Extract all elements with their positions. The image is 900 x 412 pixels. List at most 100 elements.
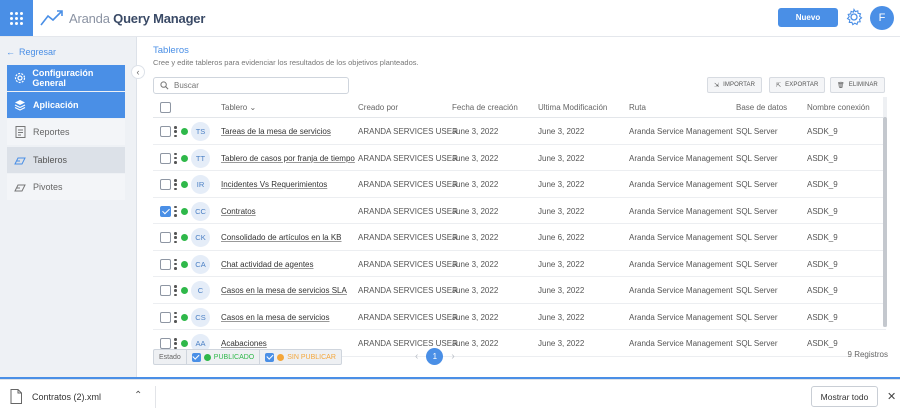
row-checkbox[interactable] [160,152,171,164]
sidebar-item-label: Tableros [33,155,68,165]
row-checkbox[interactable] [160,232,171,243]
cell-dashboard-name[interactable]: Consolidado de artículos en la KB [221,233,342,242]
table-row[interactable]: TT Tablero de casos por franja de tiempo A… [153,145,886,171]
export-button[interactable]: ⇱ EXPORTAR [769,77,826,93]
column-header-dashboard[interactable]: Tablero ⌄ [221,103,256,112]
user-avatar[interactable]: F [870,6,894,30]
row-checkbox[interactable] [160,311,171,323]
close-icon[interactable]: ✕ [887,390,896,403]
cell-route: Aranda Service Management [629,233,733,242]
pagination: ‹ 1 › [415,348,455,365]
status-filter-label: Estado [154,350,187,364]
row-checkbox[interactable] [160,258,171,270]
published-checkbox[interactable] [191,352,201,362]
cell-database: SQL Server [736,259,778,269]
new-button[interactable]: Nuevo [778,8,838,27]
select-all-checkbox[interactable] [160,102,171,113]
initials-badge: TT [191,148,210,168]
initials-badge: CK [191,228,210,247]
unpublished-checkbox[interactable] [265,352,275,362]
column-header-connection[interactable]: Nombre conexión [807,103,870,112]
cell-dashboard-name[interactable]: Casos en la mesa de servicios SLA [221,286,347,295]
import-button[interactable]: ⇲ IMPORTAR [707,77,763,93]
table-row[interactable]: TS Tareas de la mesa de servicios ARANDA S… [153,118,886,145]
more-options-icon[interactable] [174,285,177,296]
more-options-icon[interactable] [174,258,177,270]
cell-connection: ASDK_9 [807,259,838,269]
more-options-icon[interactable] [174,126,177,137]
filter-unpublished[interactable]: SIN PUBLICAR [260,350,341,364]
search-input[interactable] [174,81,334,90]
download-file-name[interactable]: Contratos (2).xml [32,392,101,402]
cell-created-by: ARANDA SERVICES USER [358,153,458,163]
cell-dashboard-name[interactable]: Incidentes Vs Requerimientos [221,180,327,189]
arrow-left-icon: ← [6,47,15,57]
cell-route: Aranda Service Management [629,286,733,295]
more-options-icon[interactable] [174,179,177,190]
sidebar-item-label: Aplicación [33,100,79,110]
cell-dashboard-name[interactable]: Tareas de la mesa de servicios [221,127,331,136]
cell-dashboard-name[interactable]: Casos en la mesa de servicios [221,313,330,322]
search-box[interactable] [153,77,349,94]
cell-created-date: June 3, 2022 [452,206,499,216]
app-logo: Aranda Query Manager [40,9,205,27]
row-checkbox[interactable] [160,126,171,137]
dashboard-icon [13,153,27,167]
chevron-up-icon[interactable]: ⌃ [134,390,142,401]
cell-created-date: June 3, 2022 [452,180,499,189]
cell-created-date: June 3, 2022 [452,259,499,269]
cell-created-by: ARANDA SERVICES USER [358,339,458,348]
back-link[interactable]: ← Regresar [6,47,56,57]
table-row[interactable]: IR Incidentes Vs Requerimientos ARANDA SER… [153,171,886,198]
settings-gear-icon[interactable] [845,8,863,26]
cell-dashboard-name[interactable]: Chat actividad de agentes [221,260,314,269]
table-scrollbar-thumb[interactable] [883,117,887,327]
delete-button[interactable]: 🗑 ELIMINAR [830,77,885,93]
row-checkbox[interactable] [160,179,171,190]
sidebar-item-application[interactable]: Aplicación [7,92,125,118]
column-header-created-by[interactable]: Creado por [358,103,398,112]
published-status-dot [203,353,211,361]
table-row[interactable]: CS Casos en la mesa de servicios ARANDA SE… [153,304,886,330]
import-label: IMPORTAR [723,82,756,88]
more-options-icon[interactable] [174,232,177,243]
more-options-icon[interactable] [174,205,177,217]
sidebar-item-pivots[interactable]: Pivotes [7,174,125,200]
table-row[interactable]: CA Chat actividad de agentes ARANDA SERVIC… [153,251,886,277]
initials-badge: CC [191,201,210,221]
cell-connection: ASDK_9 [807,127,838,136]
column-header-modified[interactable]: Ultima Modificación [538,103,607,112]
column-header-route[interactable]: Ruta [629,103,646,112]
chevron-right-icon[interactable]: › [451,351,454,362]
chevron-left-icon[interactable]: ‹ [415,351,418,362]
row-checkbox[interactable] [160,285,171,296]
download-separator [155,386,156,408]
table-row[interactable]: C Casos en la mesa de servicios SLA ARANDA… [153,277,886,304]
sidebar-item-general-config[interactable]: Configuración General [7,65,125,91]
cell-dashboard-name[interactable]: Acabaciones [221,339,267,348]
cell-connection: ASDK_9 [807,286,838,295]
column-header-database[interactable]: Base de datos [736,103,787,112]
row-checkbox[interactable] [160,205,171,217]
more-options-icon[interactable] [174,152,177,164]
table-row[interactable]: CK Consolidado de artículos en la KB ARAND… [153,224,886,251]
cell-route: Aranda Service Management [629,180,733,189]
row-checkbox[interactable] [160,338,171,349]
status-dot [181,287,188,294]
table-header: Tablero ⌄ Creado por Fecha de creación U… [153,97,886,118]
table-row[interactable]: CC Contratos ARANDA SERVICES USER June 3, 2… [153,198,886,224]
sidebar-item-dashboards[interactable]: Tableros [7,147,125,173]
sidebar-item-label: Configuración General [32,68,94,88]
sidebar-item-reports[interactable]: Reportes [7,119,125,145]
filter-published[interactable]: PUBLICADO [187,350,261,364]
app-launcher-button[interactable] [0,0,33,36]
cell-dashboard-name[interactable]: Contratos [221,207,256,216]
page-button-current[interactable]: 1 [426,348,444,365]
layers-icon [13,98,27,112]
cell-dashboard-name[interactable]: Tablero de casos por franja de tiempo [221,154,355,163]
more-options-icon[interactable] [174,338,177,349]
column-header-created-date[interactable]: Fecha de creación [452,103,518,112]
more-options-icon[interactable] [174,311,177,323]
search-icon [160,81,169,90]
show-all-button[interactable]: Mostrar todo [811,386,878,407]
